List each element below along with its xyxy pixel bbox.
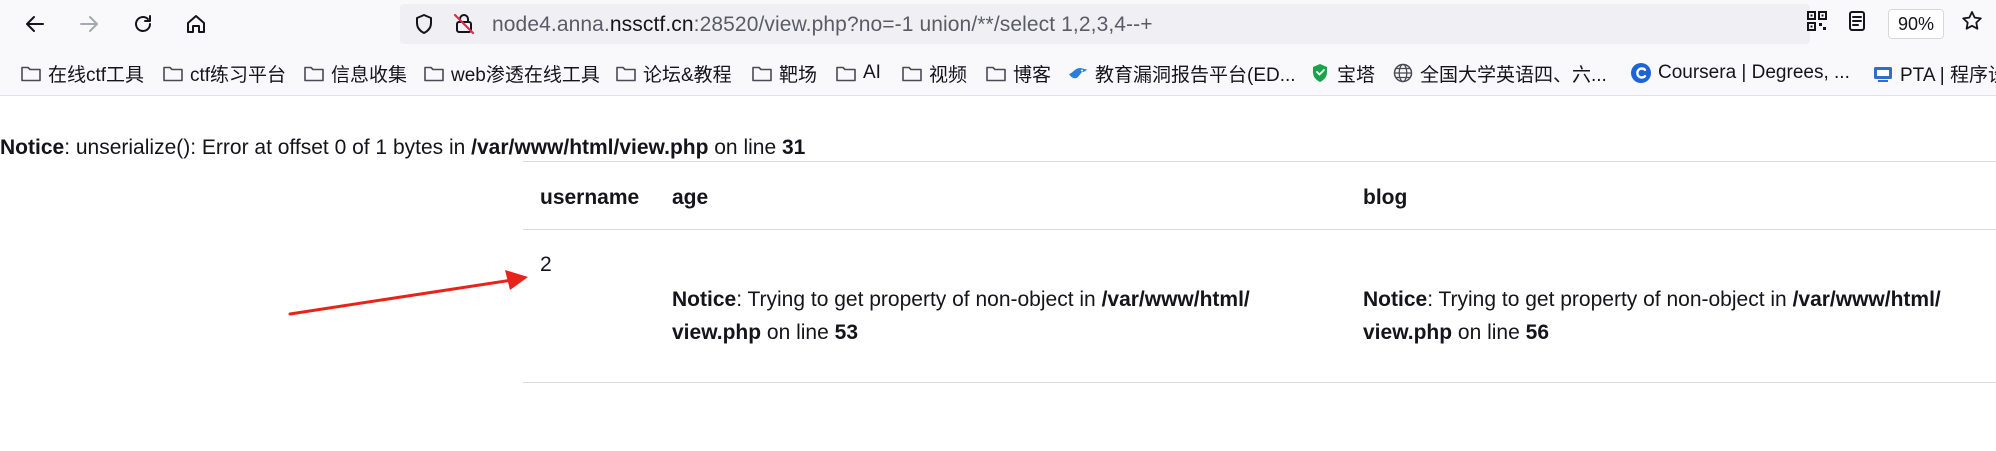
forward-button[interactable] [71,6,107,42]
notice-path: /var/www/html/ [1101,288,1250,311]
home-button[interactable] [178,6,214,42]
bookmark-label: ctf练习平台 [190,64,287,86]
bookmark-label: 论坛&教程 [643,64,732,86]
back-arrow-icon [26,16,44,32]
username-cell: 2 [540,253,552,276]
notice-message: : unserialize(): Error at offset 0 of 1 … [64,136,472,159]
tracking-protection-shield-icon[interactable] [412,12,436,36]
table-header-divider [523,229,1996,230]
bookmark-cet-exam[interactable]: 全国大学英语四、六... [1392,60,1607,86]
notice-file: view.php [1363,321,1453,344]
notice-label: Notice [1363,288,1428,311]
notice-on-line: on line [761,321,835,344]
url-text[interactable]: node4.anna.nssctf.cn:28520/view.php?no=-… [492,13,1153,37]
bookmark-folder-ctf-tools[interactable]: 在线ctf工具 [20,60,144,86]
bookmark-folder-ai[interactable]: AI [835,60,881,86]
folder-icon [835,62,857,84]
folder-icon [303,62,325,84]
url-domain: nssctf.cn [609,13,694,36]
bookmark-folder-info-gathering[interactable]: 信息收集 [303,60,407,86]
notice-on-line: on line [708,136,782,159]
bookmark-label: 视频 [929,64,968,86]
unserialize-notice: Notice: unserialize(): Error at offset 0… [0,134,805,162]
bookmark-folder-web-pentest[interactable]: web渗透在线工具 [423,60,600,86]
bookmark-label: 教育漏洞报告平台(ED... [1095,64,1296,86]
forward-arrow-icon [80,16,98,32]
url-bar[interactable]: node4.anna.nssctf.cn:28520/view.php?no=-… [400,4,1810,44]
folder-icon [423,62,445,84]
bookmark-label: Coursera | Degrees, ... [1658,62,1850,83]
folder-icon [20,62,42,84]
notice-label: Notice [0,136,65,159]
notice-line-number: 31 [781,136,806,159]
bookmark-label: 宝塔 [1337,64,1376,86]
folder-icon [615,62,637,84]
folder-icon [162,62,184,84]
bookmark-label: web渗透在线工具 [451,64,600,86]
home-icon [187,15,205,33]
folder-icon [985,62,1007,84]
folder-icon [901,62,923,84]
annotation-arrow-icon [288,270,528,316]
bookmark-folder-ctf-practice[interactable]: ctf练习平台 [162,60,286,86]
notice-message: : Trying to get property of non-object i… [1427,288,1793,311]
url-prefix: node4.anna. [492,13,610,36]
notice-path: /var/www/html/view.php [471,136,709,159]
reload-icon [135,15,151,32]
age-cell-notice: Notice: Trying to get property of non-ob… [672,283,1250,349]
qr-code-icon[interactable] [1803,8,1831,34]
column-header-blog: blog [1363,186,1408,209]
back-button[interactable] [17,6,53,42]
bookmark-label: 博客 [1013,64,1052,86]
notice-label: Notice [672,288,737,311]
bookmark-coursera[interactable]: Coursera | Degrees, ... [1630,60,1850,86]
blog-cell-notice: Notice: Trying to get property of non-ob… [1363,283,1941,349]
insecure-lock-icon[interactable] [452,12,476,36]
notice-file: view.php [672,321,762,344]
bookmark-folder-range[interactable]: 靶场 [751,60,817,86]
bookmark-folder-blog[interactable]: 博客 [985,60,1051,86]
browser-toolbar: node4.anna.nssctf.cn:28520/view.php?no=-… [0,0,1996,48]
bookmark-label: 靶场 [779,64,818,86]
notice-message: : Trying to get property of non-object i… [736,288,1102,311]
bookmark-label: 信息收集 [331,64,408,86]
bookmark-baota[interactable]: 宝塔 [1309,60,1375,86]
folder-icon [751,62,773,84]
bookmark-folder-forums[interactable]: 论坛&教程 [615,60,732,86]
table-bottom-border [523,382,1996,383]
bookmark-label: AI [863,62,881,83]
reload-button[interactable] [125,6,161,42]
bookmark-label: 在线ctf工具 [48,64,145,86]
bookmark-label: 全国大学英语四、六... [1420,64,1607,86]
bookmark-star-icon[interactable] [1958,8,1986,34]
zoom-level-button[interactable]: 90% [1888,9,1944,39]
bookmark-label: PTA | 程序设 [1900,64,1996,86]
table-top-border [523,161,1996,162]
bookmark-edu-vuln-platform[interactable]: 教育漏洞报告平台(ED... [1067,60,1296,86]
shield-logo-icon [1309,62,1331,84]
notice-on-line: on line [1452,321,1526,344]
bookmarks-toolbar: 在线ctf工具 ctf练习平台 信息收集 web渗透在线工具 论坛&教程 靶场 … [0,48,1996,96]
column-header-username: username [540,186,640,209]
bookmark-folder-video[interactable]: 视频 [901,60,967,86]
globe-icon [1392,62,1414,84]
url-suffix: :28520/view.php?no=-1 union/**/select 1,… [693,13,1153,36]
reader-view-icon[interactable] [1843,8,1871,34]
bookmark-pta[interactable]: PTA | 程序设 [1872,60,1996,86]
bird-logo-icon [1067,62,1089,84]
coursera-logo-icon [1630,62,1652,84]
notice-line-number: 53 [834,321,858,344]
notice-path: /var/www/html/ [1792,288,1941,311]
pta-logo-icon [1872,62,1894,84]
column-header-age: age [672,186,709,209]
notice-line-number: 56 [1525,321,1549,344]
